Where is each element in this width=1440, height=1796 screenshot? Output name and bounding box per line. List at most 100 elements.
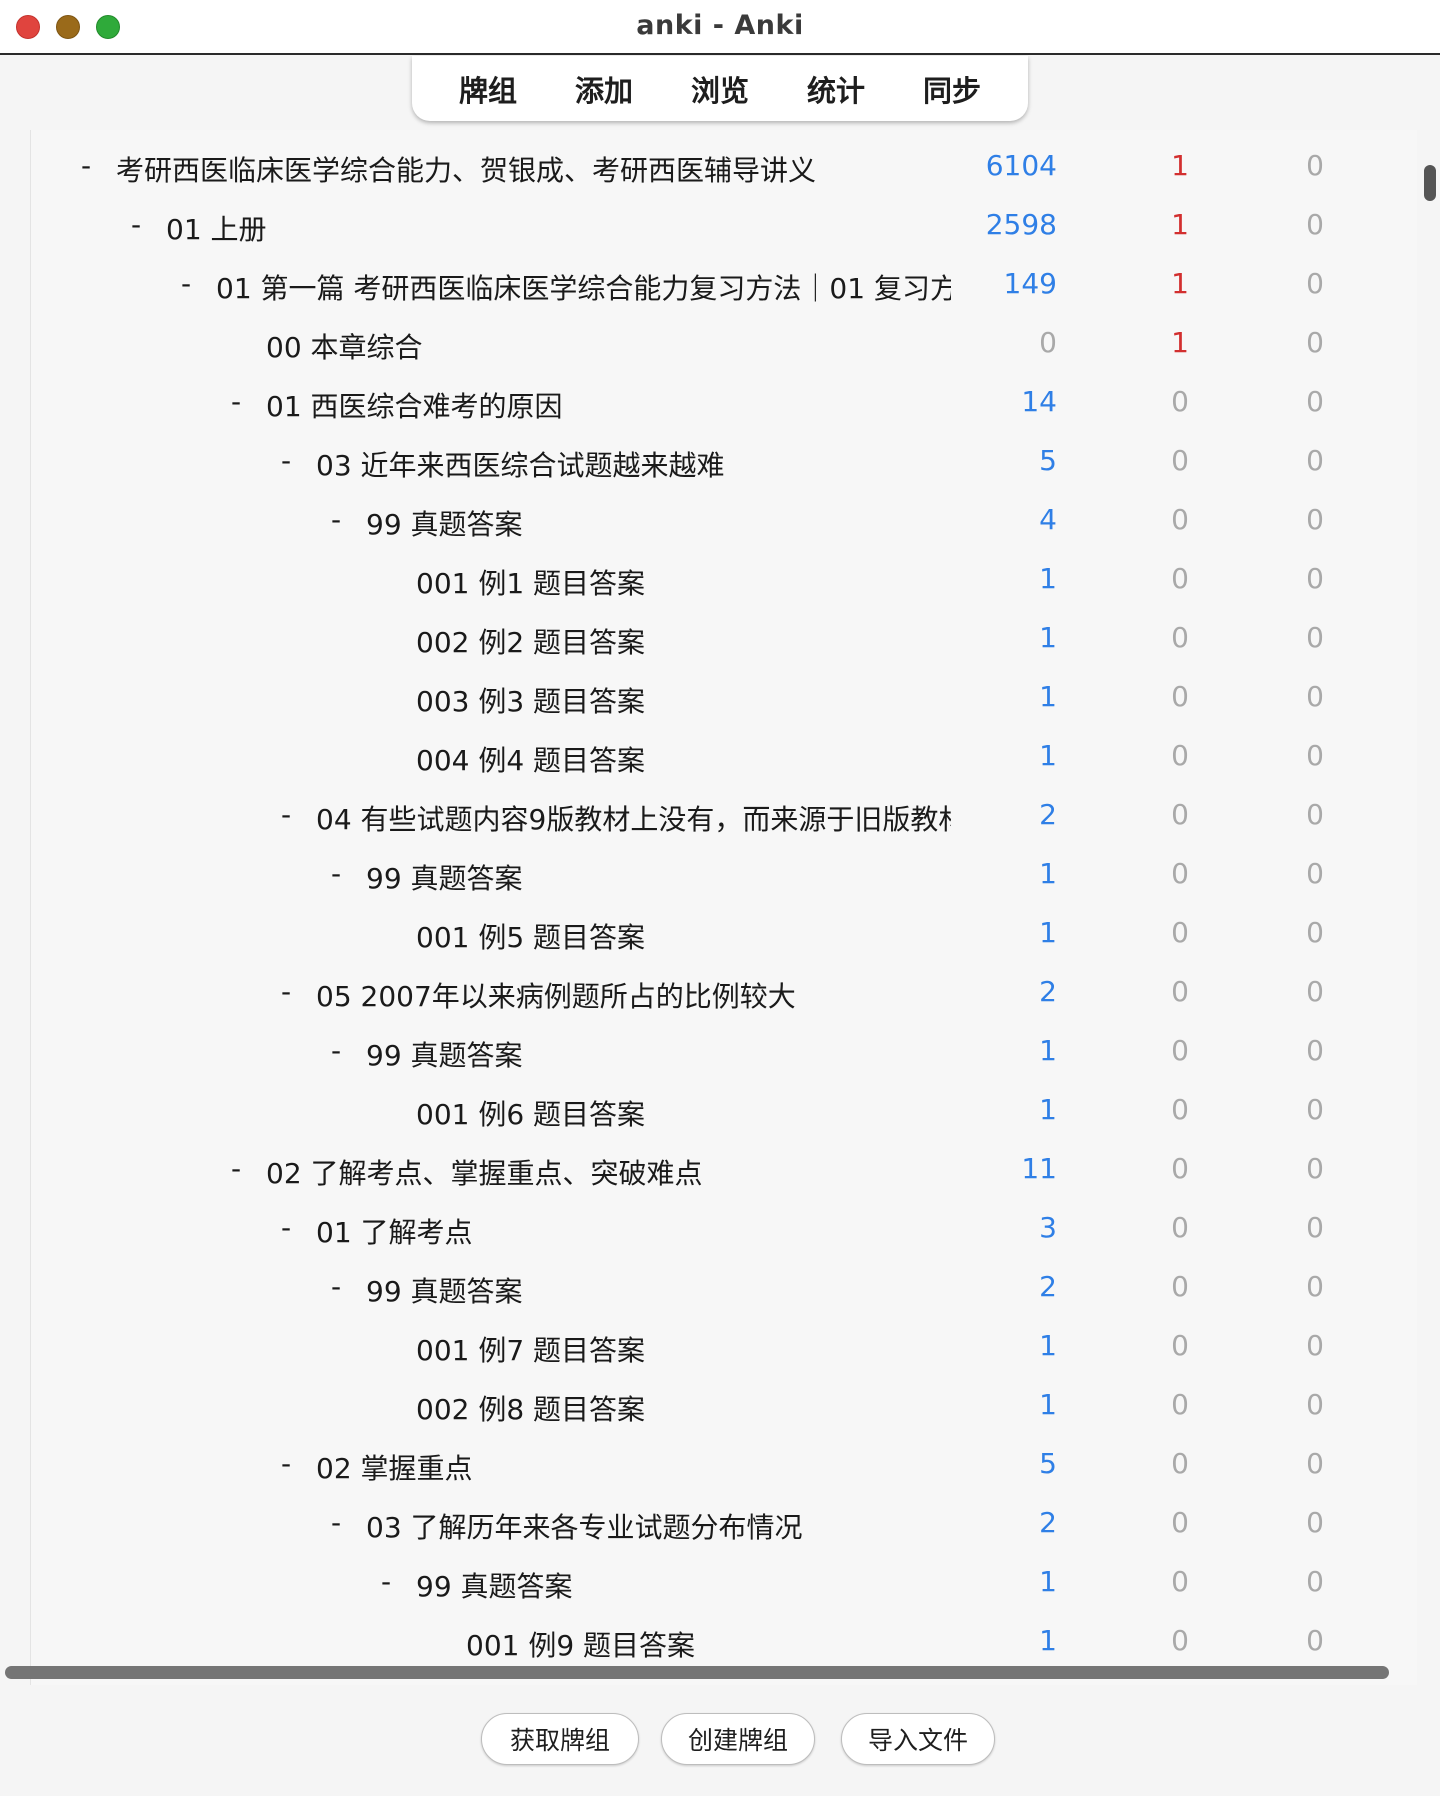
collapse-toggle[interactable]: - xyxy=(126,208,146,241)
learn-count: 0 xyxy=(1171,503,1189,536)
collapse-toggle[interactable]: - xyxy=(226,385,246,418)
deck-name[interactable]: 03 了解历年来各专业试题分布情况 xyxy=(366,1506,803,1546)
deck-row[interactable]: 001 例6 题目答案 1 0 0 xyxy=(31,1079,1417,1138)
learn-count: 0 xyxy=(1171,857,1189,890)
deck-name[interactable]: 001 例9 题目答案 xyxy=(466,1624,695,1664)
new-count: 11 xyxy=(1021,1152,1057,1185)
learn-count: 0 xyxy=(1171,916,1189,949)
get-shared-decks-button[interactable]: 获取牌组 xyxy=(481,1713,639,1765)
toolbar-browse[interactable]: 浏览 xyxy=(681,68,759,110)
toolbar-decks[interactable]: 牌组 xyxy=(449,68,527,110)
import-file-button[interactable]: 导入文件 xyxy=(841,1713,995,1765)
deck-row[interactable]: -01 上册 2598 1 0 xyxy=(31,194,1417,253)
deck-name[interactable]: 99 真题答案 xyxy=(366,1270,523,1310)
collapse-toggle[interactable]: - xyxy=(276,1447,296,1480)
horizontal-scrollbar[interactable] xyxy=(5,1666,1389,1679)
deck-name[interactable]: 02 掌握重点 xyxy=(316,1447,473,1487)
collapse-toggle[interactable]: - xyxy=(326,1270,346,1303)
due-count: 0 xyxy=(1306,680,1324,713)
deck-name[interactable]: 05 2007年以来病例题所占的比例较大 xyxy=(316,975,796,1015)
deck-row[interactable]: 002 例2 题目答案 1 0 0 xyxy=(31,607,1417,666)
deck-row[interactable]: 004 例4 题目答案 1 0 0 xyxy=(31,725,1417,784)
deck-name[interactable]: 考研西医临床医学综合能力、贺银成、考研西医辅导讲义 xyxy=(116,149,816,189)
deck-name[interactable]: 01 了解考点 xyxy=(316,1211,473,1251)
collapse-toggle[interactable]: - xyxy=(326,1506,346,1539)
deck-row[interactable]: -02 掌握重点 5 0 0 xyxy=(31,1433,1417,1492)
toolbar-sync[interactable]: 同步 xyxy=(913,68,991,110)
bottom-bar: 获取牌组 创建牌组 导入文件 xyxy=(0,1686,1440,1796)
deck-name[interactable]: 003 例3 题目答案 xyxy=(416,680,645,720)
deck-row[interactable]: -99 真题答案 2 0 0 xyxy=(31,1256,1417,1315)
deck-name[interactable]: 04 有些试题内容9版教材上没有，而来源于旧版教材 xyxy=(316,798,951,838)
deck-row[interactable]: -04 有些试题内容9版教材上没有，而来源于旧版教材 2 0 0 xyxy=(31,784,1417,843)
new-count: 1 xyxy=(1039,562,1057,595)
deck-row[interactable]: -99 真题答案 1 0 0 xyxy=(31,843,1417,902)
new-count: 1 xyxy=(1039,621,1057,654)
main-toolbar: 牌组 添加 浏览 统计 同步 xyxy=(412,56,1028,121)
deck-name[interactable]: 001 例5 题目答案 xyxy=(416,916,645,956)
deck-name[interactable]: 99 真题答案 xyxy=(366,1034,523,1074)
collapse-toggle[interactable]: - xyxy=(226,1152,246,1185)
deck-name[interactable]: 001 例1 题目答案 xyxy=(416,562,645,602)
learn-count: 0 xyxy=(1171,621,1189,654)
due-count: 0 xyxy=(1306,267,1324,300)
deck-row[interactable]: 002 例8 题目答案 1 0 0 xyxy=(31,1374,1417,1433)
collapse-toggle[interactable]: - xyxy=(276,798,296,831)
deck-row[interactable]: -99 真题答案 1 0 0 xyxy=(31,1551,1417,1610)
deck-row[interactable]: -99 真题答案 4 0 0 xyxy=(31,489,1417,548)
window-title: anki - Anki xyxy=(636,10,804,41)
deck-row[interactable]: -01 了解考点 3 0 0 xyxy=(31,1197,1417,1256)
vertical-scrollbar[interactable] xyxy=(1424,165,1436,201)
due-count: 0 xyxy=(1306,1388,1324,1421)
deck-row[interactable]: 001 例7 题目答案 1 0 0 xyxy=(31,1315,1417,1374)
collapse-toggle[interactable]: - xyxy=(326,857,346,890)
deck-row[interactable]: 001 例5 题目答案 1 0 0 xyxy=(31,902,1417,961)
learn-count: 0 xyxy=(1171,1447,1189,1480)
deck-row[interactable]: - 考研西医临床医学综合能力、贺银成、考研西医辅导讲义 6104 1 0 xyxy=(31,135,1417,194)
deck-row[interactable]: -03 了解历年来各专业试题分布情况 2 0 0 xyxy=(31,1492,1417,1551)
deck-name[interactable]: 01 第一篇 考研西医临床医学综合能力复习方法｜01 复习方法 xyxy=(216,267,951,307)
deck-name[interactable]: 02 了解考点、掌握重点、突破难点 xyxy=(266,1152,703,1192)
collapse-toggle[interactable]: - xyxy=(326,503,346,536)
deck-name[interactable]: 001 例7 题目答案 xyxy=(416,1329,645,1369)
learn-count: 1 xyxy=(1171,267,1189,300)
deck-row[interactable]: -05 2007年以来病例题所占的比例较大 2 0 0 xyxy=(31,961,1417,1020)
collapse-toggle[interactable]: - xyxy=(326,1034,346,1067)
deck-name[interactable]: 004 例4 题目答案 xyxy=(416,739,645,779)
collapse-toggle[interactable]: - xyxy=(276,975,296,1008)
due-count: 0 xyxy=(1306,798,1324,831)
collapse-toggle[interactable]: - xyxy=(276,1211,296,1244)
deck-row[interactable]: -01 第一篇 考研西医临床医学综合能力复习方法｜01 复习方法 149 1 0 xyxy=(31,253,1417,312)
deck-row[interactable]: -99 真题答案 1 0 0 xyxy=(31,1020,1417,1079)
collapse-toggle[interactable]: - xyxy=(176,267,196,300)
due-count: 0 xyxy=(1306,208,1324,241)
deck-name[interactable]: 002 例8 题目答案 xyxy=(416,1388,645,1428)
due-count: 0 xyxy=(1306,1624,1324,1657)
deck-row[interactable]: -03 近年来西医综合试题越来越难 5 0 0 xyxy=(31,430,1417,489)
deck-name[interactable]: 01 上册 xyxy=(166,208,267,248)
collapse-toggle[interactable]: - xyxy=(76,149,96,182)
deck-name[interactable]: 002 例2 题目答案 xyxy=(416,621,645,661)
create-deck-button[interactable]: 创建牌组 xyxy=(661,1713,815,1765)
deck-name[interactable]: 99 真题答案 xyxy=(366,857,523,897)
new-count: 1 xyxy=(1039,680,1057,713)
deck-name[interactable]: 01 西医综合难考的原因 xyxy=(266,385,563,425)
deck-row[interactable]: -01 西医综合难考的原因 14 0 0 xyxy=(31,371,1417,430)
deck-row[interactable]: 003 例3 题目答案 1 0 0 xyxy=(31,666,1417,725)
deck-name[interactable]: 99 真题答案 xyxy=(366,503,523,543)
deck-name[interactable]: 001 例6 题目答案 xyxy=(416,1093,645,1133)
deck-name[interactable]: 99 真题答案 xyxy=(416,1565,573,1605)
due-count: 0 xyxy=(1306,739,1324,772)
collapse-toggle[interactable]: - xyxy=(276,444,296,477)
collapse-toggle[interactable]: - xyxy=(376,1565,396,1598)
deck-row[interactable]: 00 本章综合 0 1 0 xyxy=(31,312,1417,371)
deck-list: - 考研西医临床医学综合能力、贺银成、考研西医辅导讲义 6104 1 0-01 上册 25… xyxy=(30,130,1417,1685)
learn-count: 0 xyxy=(1171,1211,1189,1244)
deck-row[interactable]: 001 例9 题目答案 1 0 0 xyxy=(31,1610,1417,1669)
deck-name[interactable]: 03 近年来西医综合试题越来越难 xyxy=(316,444,725,484)
toolbar-add[interactable]: 添加 xyxy=(565,68,643,110)
deck-row[interactable]: 001 例1 题目答案 1 0 0 xyxy=(31,548,1417,607)
deck-row[interactable]: -02 了解考点、掌握重点、突破难点 11 0 0 xyxy=(31,1138,1417,1197)
deck-name[interactable]: 00 本章综合 xyxy=(266,326,423,366)
toolbar-stats[interactable]: 统计 xyxy=(797,68,875,110)
